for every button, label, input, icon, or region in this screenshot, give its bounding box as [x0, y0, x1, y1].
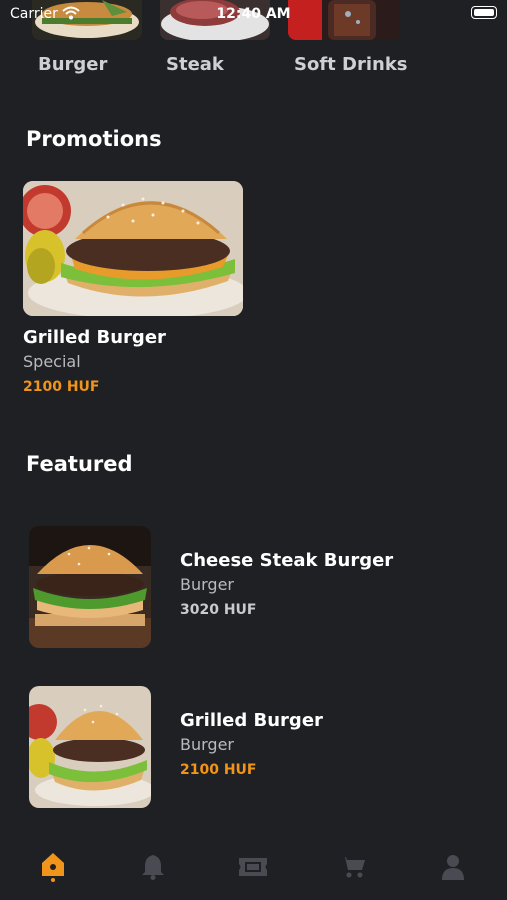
bell-icon	[141, 854, 165, 884]
cart-icon	[340, 855, 366, 883]
featured-item[interactable]: Cheese Steak Burger Burger 3020 HUF	[29, 526, 469, 648]
featured-item[interactable]: Grilled Burger Burger 2100 HUF	[29, 686, 469, 808]
featured-item-image[interactable]	[29, 686, 151, 808]
status-bar: Carrier 12:40 AM	[0, 0, 507, 26]
status-time: 12:40 AM	[216, 6, 291, 22]
home-icon	[41, 852, 65, 886]
featured-item-price: 3020 HUF	[180, 602, 257, 618]
battery-icon	[471, 6, 497, 19]
tab-tickets[interactable]	[233, 852, 273, 886]
promotions-title: Promotions	[26, 127, 162, 151]
category-steak-label[interactable]: Steak	[166, 54, 224, 75]
tab-home[interactable]	[33, 852, 73, 886]
category-burger-label[interactable]: Burger	[38, 54, 107, 75]
promotion-price: 2100 HUF	[23, 379, 100, 395]
tab-bar	[0, 840, 507, 900]
featured-item-category: Burger	[180, 575, 234, 594]
promotion-image[interactable]	[23, 181, 243, 316]
category-soft-drinks-label[interactable]: Soft Drinks	[294, 54, 408, 75]
promotion-subtitle: Special	[23, 352, 81, 371]
ticket-icon	[238, 856, 268, 882]
featured-item-category: Burger	[180, 735, 234, 754]
user-icon	[441, 854, 465, 884]
tab-notifications[interactable]	[133, 852, 173, 886]
promotion-name: Grilled Burger	[23, 327, 166, 348]
featured-item-name: Cheese Steak Burger	[180, 550, 394, 571]
featured-item-price: 2100 HUF	[180, 762, 257, 778]
tab-cart[interactable]	[333, 852, 373, 886]
featured-item-image[interactable]	[29, 526, 151, 648]
featured-title: Featured	[26, 452, 133, 476]
tab-profile[interactable]	[433, 852, 473, 886]
featured-item-name: Grilled Burger	[180, 710, 323, 731]
